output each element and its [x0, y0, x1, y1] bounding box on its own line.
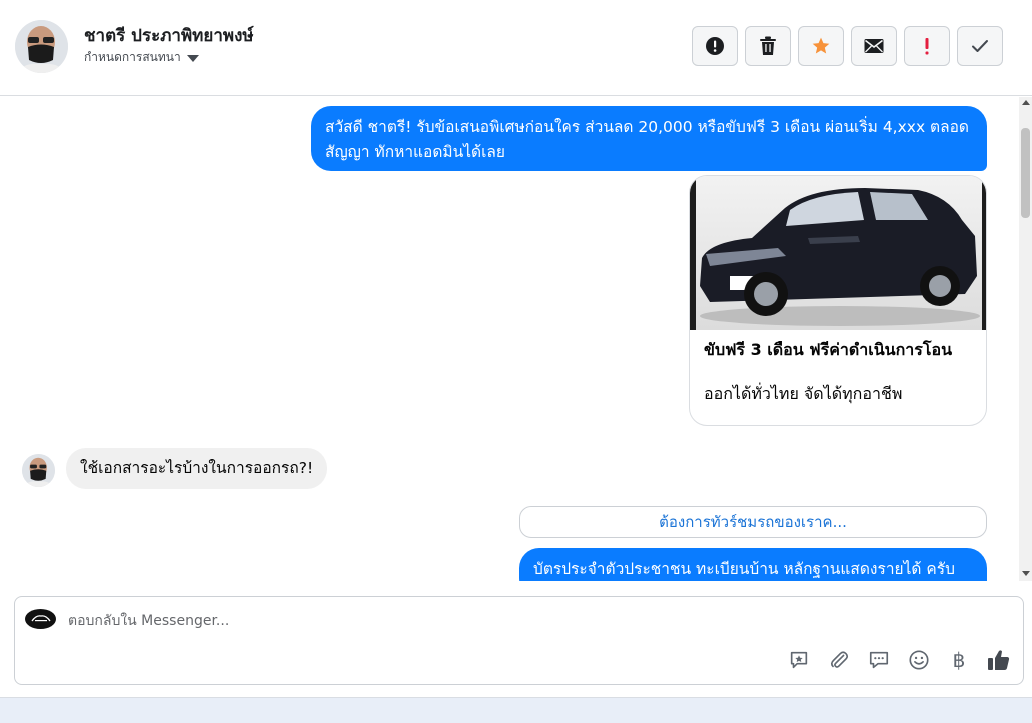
promo-card[interactable]: ขับฟรี 3 เดือน ฟรีค่าดำเนินการโอน ออกได้…: [689, 175, 987, 426]
baht-icon: ฿: [952, 648, 966, 672]
payment-button[interactable]: ฿: [947, 648, 971, 672]
star-button[interactable]: [798, 26, 844, 66]
saved-reply-button[interactable]: [787, 648, 811, 672]
caret-down-icon: [186, 55, 199, 62]
reply-composer: ฿: [14, 596, 1024, 685]
assign-conversation-dropdown[interactable]: กำหนดการสนทนา: [84, 48, 199, 67]
alert-circle-icon: [706, 37, 724, 55]
contact-avatar[interactable]: [15, 20, 68, 73]
conversation-panel: ชาตรี ประภาพิทยาพงษ์ กำหนดการสนทนา สวัสด…: [0, 0, 1032, 698]
card-title: ขับฟรี 3 เดือน ฟรีค่าดำเนินการโอน: [704, 340, 952, 359]
assign-label: กำหนดการสนทนา: [84, 50, 181, 64]
attach-button[interactable]: [827, 648, 851, 672]
reply-input[interactable]: [68, 609, 768, 633]
contact-name: ชาตรี ประภาพิทยาพงษ์: [84, 26, 254, 46]
chat-bubble-icon: [869, 651, 889, 669]
card-subtitle: ออกได้ทั่วไทย จัดได้ทุกอาชีพ: [704, 384, 903, 403]
composer-tools: ฿: [787, 648, 1011, 672]
scroll-down-arrow-icon[interactable]: [1022, 571, 1030, 576]
contact-avatar-small: [22, 454, 55, 487]
outgoing-message: สวัสดี ชาตรี! รับข้อเสนอพิเศษก่อนใคร ส่ว…: [311, 106, 987, 171]
delete-button[interactable]: [745, 26, 791, 66]
emoji-icon: [909, 650, 929, 670]
chat-bubble-button[interactable]: [867, 648, 891, 672]
like-button[interactable]: [987, 648, 1011, 672]
quick-reply-button[interactable]: ต้องการทัวร์ชมรถของเราค...: [519, 506, 987, 538]
like-icon: [988, 650, 1010, 670]
scroll-thumb[interactable]: [1021, 128, 1030, 218]
outgoing-message-2: บัตรประจำตัวประชาชน ทะเบียนบ้าน หลักฐานแ…: [519, 548, 987, 581]
mark-unread-button[interactable]: [851, 26, 897, 66]
mark-done-button[interactable]: [957, 26, 1003, 66]
page-logo-icon: [25, 609, 56, 629]
envelope-icon: [864, 39, 884, 53]
car-image: [690, 176, 986, 330]
incoming-message: ใช้เอกสารอะไรบ้างในการออกรถ?!: [66, 448, 328, 489]
scroll-up-arrow-icon[interactable]: [1022, 100, 1030, 105]
attachment-icon: [830, 651, 849, 668]
saved-reply-icon: [790, 651, 808, 669]
emoji-button[interactable]: [907, 648, 931, 672]
follow-up-button[interactable]: [904, 26, 950, 66]
thread-scrollbar[interactable]: [1019, 97, 1032, 581]
check-icon: [972, 40, 988, 52]
exclamation-icon: [925, 38, 929, 55]
header-actions: [692, 26, 1003, 66]
star-icon: [812, 37, 830, 54]
mark-spam-button[interactable]: [692, 26, 738, 66]
trash-icon: [760, 36, 776, 55]
message-thread[interactable]: สวัสดี ชาตรี! รับข้อเสนอพิเศษก่อนใคร ส่ว…: [0, 97, 1019, 581]
conversation-header: ชาตรี ประภาพิทยาพงษ์ กำหนดการสนทนา: [0, 0, 1032, 96]
